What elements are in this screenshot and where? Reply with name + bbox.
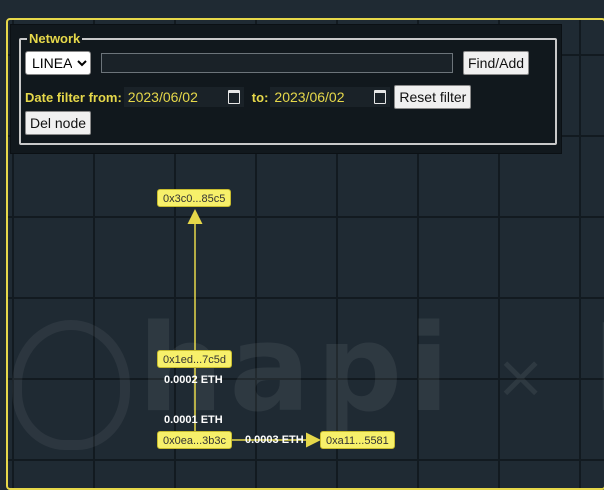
address-search-input[interactable] (101, 53, 453, 73)
date-filter-row: Date filter from: 2023/06/02 to: 2023/06… (25, 85, 472, 109)
control-panel: Network LINEA Find/Add Date filter from:… (10, 24, 562, 154)
find-add-button[interactable]: Find/Add (463, 51, 530, 75)
node-actions-row: Del node (25, 111, 92, 135)
graph-node[interactable]: 0x0ea...3b3c (157, 431, 232, 449)
date-to-value: 2023/06/02 (274, 89, 345, 105)
edge-label: 0.0001 ETH (164, 414, 223, 426)
del-node-button[interactable]: Del node (25, 111, 92, 135)
date-to-label: to: (251, 89, 269, 105)
calendar-icon[interactable] (374, 90, 387, 104)
edge-label: 0.0002 ETH (164, 374, 223, 386)
date-to-input[interactable]: 2023/06/02 (270, 87, 391, 107)
edge-label: 0.0003 ETH (245, 434, 304, 446)
network-legend: Network (29, 31, 81, 46)
network-row: LINEA Find/Add (25, 51, 530, 75)
date-from-label: Date filter from: (25, 89, 122, 105)
date-from-value: 2023/06/02 (127, 89, 198, 105)
graph-node[interactable]: 0x1ed...7c5d (157, 350, 232, 368)
date-from-input[interactable]: 2023/06/02 (123, 87, 244, 107)
network-select[interactable]: LINEA (25, 51, 91, 75)
reset-filter-button[interactable]: Reset filter (394, 85, 472, 109)
graph-node[interactable]: 0xa11...5581 (320, 431, 395, 449)
graph-node[interactable]: 0x3c0...85c5 (157, 189, 232, 207)
calendar-icon[interactable] (227, 90, 240, 104)
